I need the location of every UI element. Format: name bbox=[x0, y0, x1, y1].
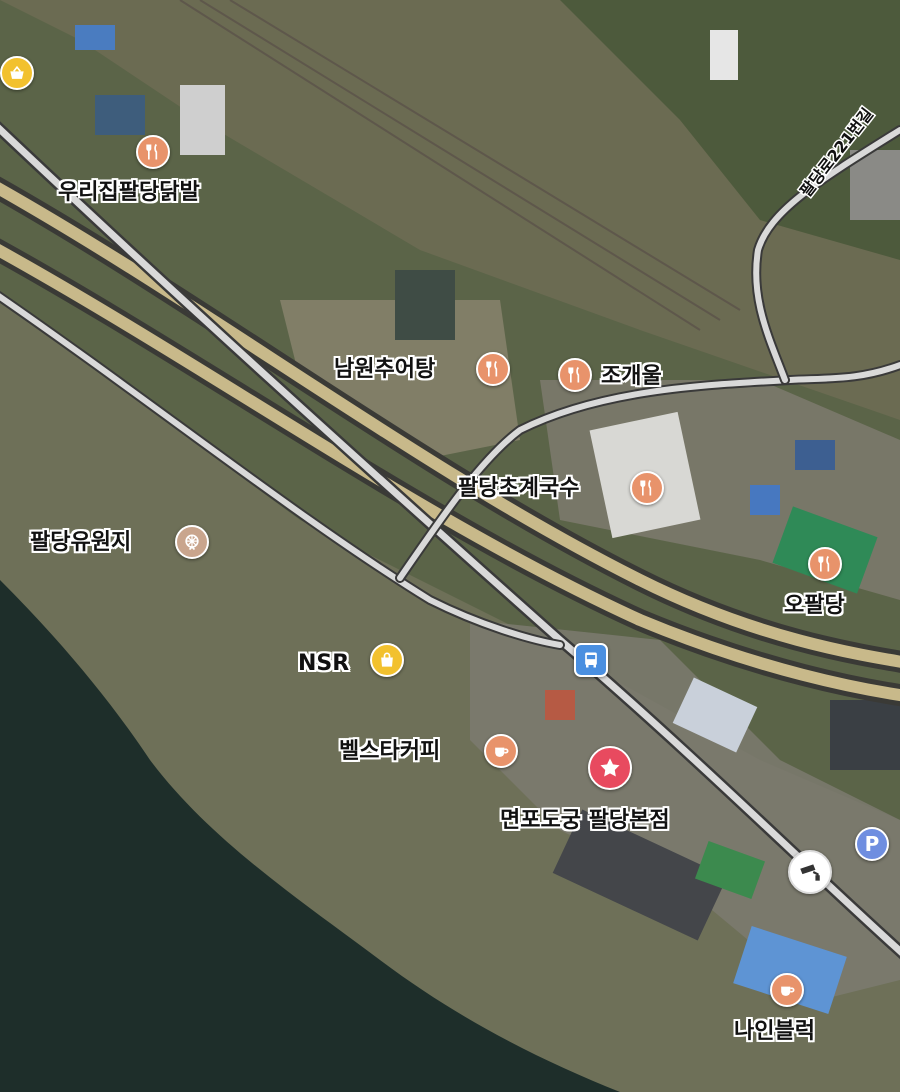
coffee-cup-icon bbox=[495, 747, 509, 757]
ferris-wheel-icon bbox=[185, 534, 199, 551]
parking-icon: P bbox=[864, 832, 880, 856]
poi-label-park[interactable]: 팔당유원지 bbox=[30, 532, 131, 554]
shopping-bag-icon bbox=[381, 652, 393, 667]
poi-pin-namwon[interactable] bbox=[476, 352, 510, 386]
poi-pin-bellstar[interactable] bbox=[484, 734, 518, 768]
poi-label-uri[interactable]: 우리집팔당닭발 bbox=[58, 182, 200, 204]
fork-knife-icon bbox=[146, 143, 158, 160]
poi-label-jogae[interactable]: 조개울 bbox=[601, 366, 662, 388]
bus-icon bbox=[585, 652, 597, 668]
poi-label-opaldang[interactable]: 오팔당 bbox=[784, 595, 845, 617]
fork-knife-icon bbox=[818, 555, 830, 572]
poi-pin-chogye[interactable] bbox=[630, 471, 664, 505]
poi-pin-nsr[interactable] bbox=[370, 643, 404, 677]
parking-marker[interactable]: P bbox=[855, 827, 889, 861]
poi-pin-myeonpo[interactable] bbox=[588, 746, 632, 790]
poi-label-chogye[interactable]: 팔당초계국수 bbox=[458, 478, 579, 500]
cctv-camera-icon bbox=[800, 864, 820, 881]
shopping-basket-marker[interactable] bbox=[0, 56, 34, 90]
poi-label-nsr[interactable]: NSR bbox=[298, 653, 349, 675]
poi-pin-uri[interactable] bbox=[136, 135, 170, 169]
poi-label-bellstar[interactable]: 벨스타커피 bbox=[339, 741, 440, 763]
cctv-marker[interactable] bbox=[788, 850, 832, 894]
poi-label-myeonpo[interactable]: 면포도궁 팔당본점 bbox=[500, 810, 670, 832]
fork-knife-icon bbox=[640, 479, 652, 496]
poi-label-namwon[interactable]: 남원추어탕 bbox=[334, 359, 435, 381]
star-icon bbox=[600, 758, 620, 777]
poi-pin-park[interactable] bbox=[175, 525, 209, 559]
poi-label-ninebrick[interactable]: 나인블럭 bbox=[734, 1021, 815, 1043]
fork-knife-icon bbox=[568, 366, 580, 383]
poi-pin-jogae[interactable] bbox=[558, 358, 592, 392]
shopping-basket-icon bbox=[10, 65, 24, 79]
poi-pin-ninebrick[interactable] bbox=[770, 973, 804, 1007]
bus-stop-marker[interactable] bbox=[574, 643, 608, 677]
satellite-map[interactable]: 팔당로221번길 bbox=[0, 0, 900, 1092]
fork-knife-icon bbox=[486, 360, 498, 377]
coffee-cup-icon bbox=[781, 986, 795, 996]
poi-pin-opaldang[interactable] bbox=[808, 547, 842, 581]
